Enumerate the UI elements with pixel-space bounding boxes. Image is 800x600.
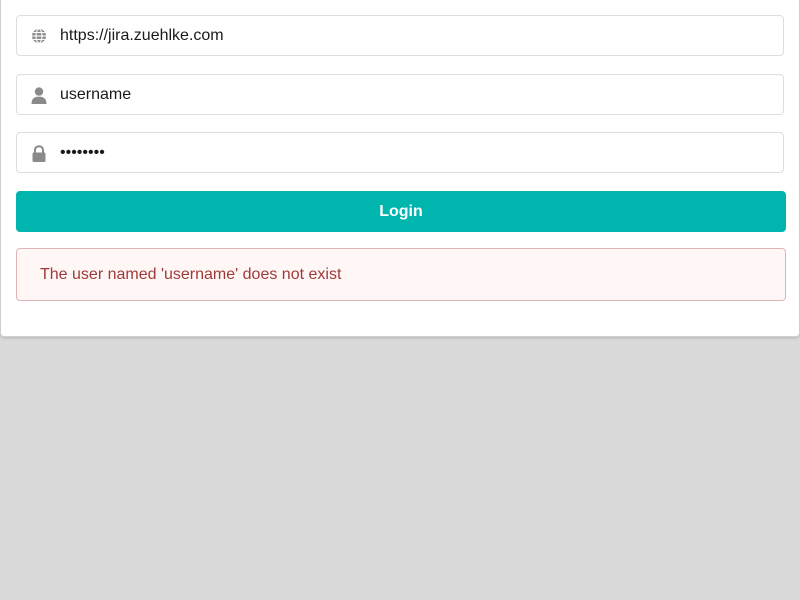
username-field — [16, 74, 784, 115]
login-panel: Login The user named 'username' does not… — [0, 0, 800, 337]
server-url-input[interactable] — [60, 16, 770, 55]
user-icon — [30, 86, 48, 104]
error-message: The user named 'username' does not exist — [16, 248, 786, 301]
password-field — [16, 132, 784, 173]
lock-icon — [30, 144, 48, 162]
globe-icon — [30, 27, 48, 45]
password-input[interactable] — [60, 133, 770, 172]
login-button[interactable]: Login — [16, 191, 786, 232]
server-url-field — [16, 15, 784, 56]
username-input[interactable] — [60, 75, 770, 114]
